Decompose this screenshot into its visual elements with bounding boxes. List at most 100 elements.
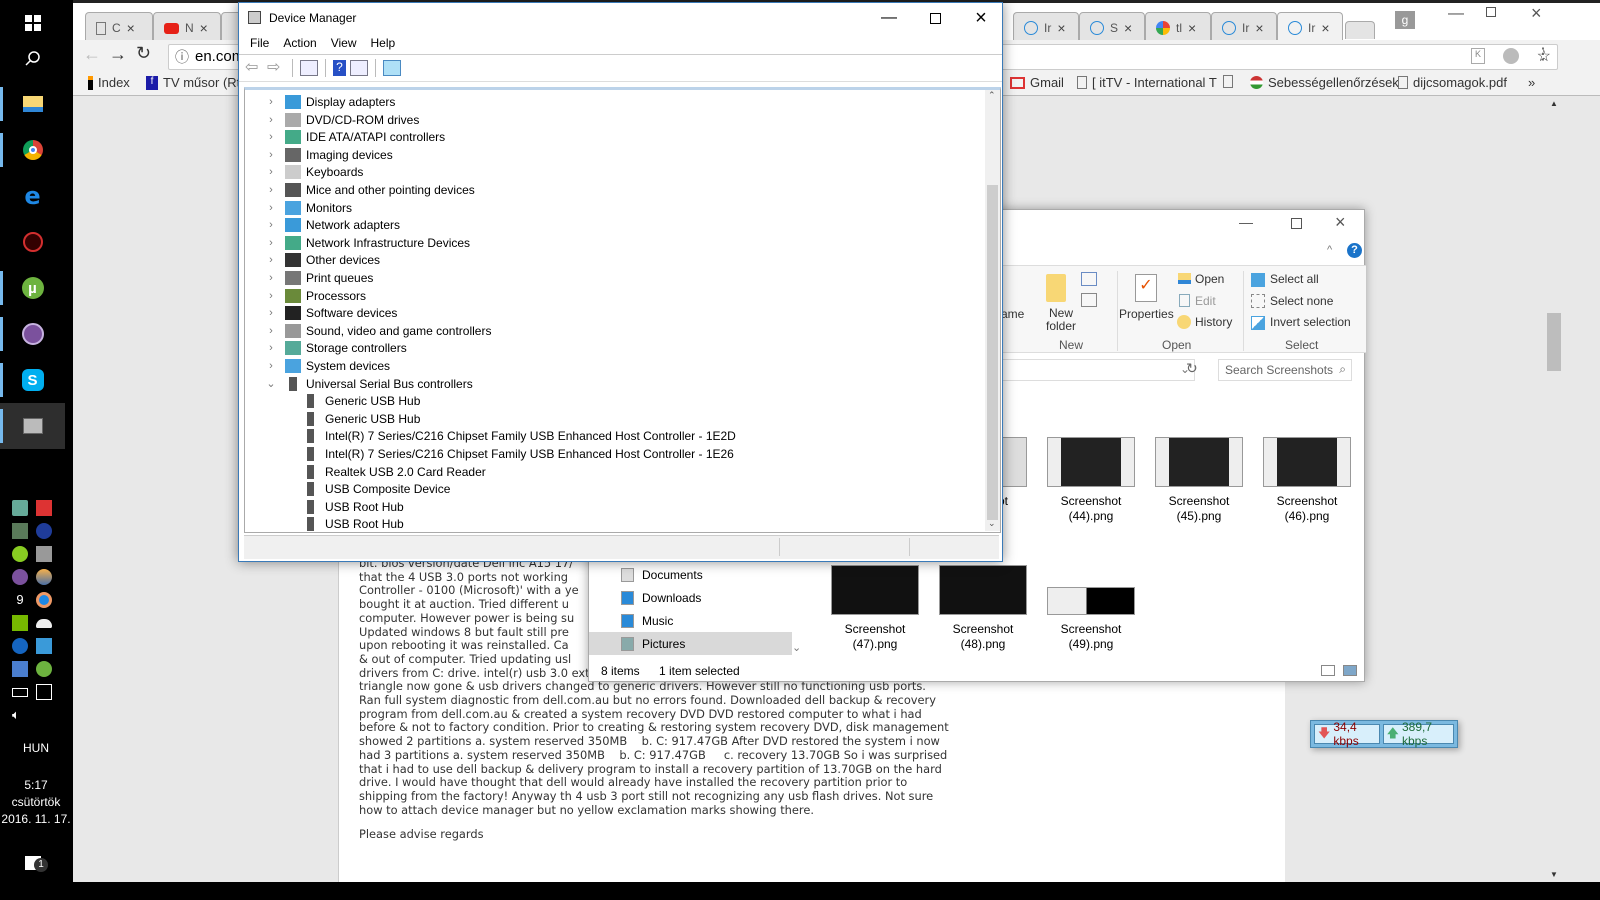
close-tab-icon[interactable]: × bbox=[200, 20, 208, 36]
taskbar-device-manager[interactable] bbox=[0, 403, 65, 449]
usb-device[interactable]: USB Root Hub bbox=[307, 498, 404, 516]
file-name[interactable]: Screenshot (46).png bbox=[1257, 494, 1357, 524]
file-thumbnail[interactable] bbox=[831, 565, 919, 615]
close-button[interactable]: × bbox=[1531, 3, 1542, 24]
file-thumbnail[interactable] bbox=[1155, 437, 1243, 487]
touchpad-icon[interactable] bbox=[12, 661, 28, 677]
file-thumbnail[interactable] bbox=[939, 565, 1027, 615]
file-thumbnail[interactable] bbox=[1047, 587, 1135, 615]
scroll-down-icon[interactable]: ⌄ bbox=[988, 518, 996, 529]
close-tab-icon[interactable]: × bbox=[1124, 20, 1132, 36]
device-category[interactable]: › DVD/CD-ROM drives bbox=[265, 111, 419, 129]
file-name[interactable]: Screenshot (45).png bbox=[1149, 494, 1249, 524]
page-scrollbar[interactable]: ▲ ▼ bbox=[1545, 97, 1563, 882]
back-arrow-icon[interactable]: ⇦ bbox=[245, 60, 263, 76]
notification-app-icon[interactable] bbox=[12, 546, 28, 562]
chevron-right-icon[interactable]: › bbox=[265, 114, 277, 126]
nvidia-icon[interactable] bbox=[12, 615, 28, 631]
close-tab-icon[interactable]: × bbox=[1321, 20, 1329, 36]
device-category[interactable]: › Network Infrastructure Devices bbox=[265, 234, 470, 252]
ccleaner-icon[interactable] bbox=[36, 523, 52, 539]
extension-icon[interactable] bbox=[1503, 48, 1519, 64]
forward-arrow-icon[interactable]: ⇨ bbox=[267, 60, 285, 76]
bookmark-tv-musor[interactable]: f TV műsor (Rtl bbox=[146, 75, 243, 90]
page-scrollbar-thumb[interactable] bbox=[1547, 313, 1561, 371]
tree-scrollbar-thumb[interactable] bbox=[987, 185, 998, 520]
music-player-icon[interactable] bbox=[12, 523, 28, 539]
file-name[interactable]: Screenshot (48).png bbox=[933, 622, 1033, 652]
chevron-right-icon[interactable]: › bbox=[265, 307, 277, 319]
bookmark-ittv[interactable]: [ itTV - International T bbox=[1077, 75, 1217, 90]
action-center-button[interactable]: 1 bbox=[0, 840, 65, 886]
device-category[interactable]: › Software devices bbox=[265, 304, 397, 322]
chrome-tab[interactable]: tl × bbox=[1145, 12, 1211, 43]
chevron-right-icon[interactable]: › bbox=[265, 166, 277, 178]
network-icon[interactable] bbox=[36, 684, 52, 700]
device-category[interactable]: › Storage controllers bbox=[265, 339, 407, 357]
chevron-right-icon[interactable]: › bbox=[265, 290, 277, 302]
scroll-up-icon[interactable]: ⌃ bbox=[988, 90, 996, 101]
chevron-right-icon[interactable]: › bbox=[265, 131, 277, 143]
file-thumbnail[interactable] bbox=[1263, 437, 1351, 487]
clock-time[interactable]: 5:17 bbox=[0, 777, 72, 794]
menu-help[interactable]: Help bbox=[364, 33, 403, 54]
device-category[interactable]: › Mice and other pointing devices bbox=[265, 181, 475, 199]
chrome-tab-active[interactable]: Ir × bbox=[1277, 12, 1343, 43]
chevron-right-icon[interactable]: › bbox=[265, 272, 277, 284]
bookmark-index[interactable]: Index bbox=[88, 75, 130, 90]
back-button[interactable]: ← bbox=[83, 44, 101, 65]
chevron-right-icon[interactable]: › bbox=[265, 149, 277, 161]
bluetooth-icon[interactable] bbox=[12, 638, 28, 654]
restore-button[interactable] bbox=[1486, 7, 1496, 17]
usb-device[interactable]: Realtek USB 2.0 Card Reader bbox=[307, 463, 486, 481]
show-action-pane-icon[interactable] bbox=[350, 60, 368, 76]
chrome-tab[interactable]: Ir × bbox=[1013, 12, 1079, 43]
weather-icon[interactable] bbox=[36, 569, 52, 585]
chevron-right-icon[interactable]: › bbox=[265, 184, 277, 196]
show-hide-console-tree-icon[interactable] bbox=[300, 60, 318, 76]
device-category[interactable]: › Imaging devices bbox=[265, 146, 393, 164]
maximize-button[interactable] bbox=[912, 3, 958, 33]
usb-device[interactable]: USB Root Hub bbox=[307, 515, 404, 533]
device-category[interactable]: › Monitors bbox=[265, 199, 352, 217]
menu-icon[interactable]: ⋮ bbox=[1535, 44, 1551, 64]
bookmark-sebesseg[interactable]: Sebességellenőrzések bbox=[1250, 75, 1399, 90]
device-category[interactable]: › Processors bbox=[265, 287, 366, 305]
bookmark-dijcsomagok[interactable]: dijcsomagok.pdf bbox=[1398, 75, 1507, 90]
details-view-icon[interactable] bbox=[1321, 665, 1335, 676]
taskbar-edge[interactable]: e bbox=[0, 173, 65, 219]
file-name[interactable]: Screenshot (47).png bbox=[825, 622, 925, 652]
device-category[interactable]: › System devices bbox=[265, 357, 390, 375]
chevron-right-icon[interactable]: › bbox=[265, 325, 277, 337]
chrome-tab[interactable]: C × bbox=[85, 12, 153, 43]
volume-icon[interactable]: 🔈︎ bbox=[12, 707, 28, 723]
help-icon[interactable]: ? bbox=[333, 60, 346, 76]
chevron-right-icon[interactable]: › bbox=[265, 360, 277, 372]
bookmarks-overflow-button[interactable]: » bbox=[1528, 75, 1535, 90]
taskbar-utorrent[interactable]: µ bbox=[0, 265, 65, 311]
tree-scrollbar[interactable]: ⌃ ⌄ bbox=[985, 90, 1000, 531]
chrome-tab[interactable]: Ir × bbox=[1211, 12, 1277, 43]
usb-device[interactable]: Generic USB Hub bbox=[307, 392, 420, 410]
chevron-right-icon[interactable]: › bbox=[265, 96, 277, 108]
chevron-right-icon[interactable]: › bbox=[265, 237, 277, 249]
bookmark-gmail[interactable]: Gmail bbox=[1010, 75, 1064, 90]
device-category[interactable]: › Other devices bbox=[265, 251, 380, 269]
taskbar-driver-booster[interactable] bbox=[0, 219, 65, 265]
chevron-right-icon[interactable]: › bbox=[265, 254, 277, 266]
device-category[interactable]: › Print queues bbox=[265, 269, 373, 287]
sync-check-icon[interactable] bbox=[12, 500, 28, 516]
network-speed-meter[interactable]: 🡇 34,4 kbps 🡅 389,7 kbps bbox=[1310, 720, 1458, 748]
viber-tray-icon[interactable] bbox=[12, 569, 28, 585]
device-category[interactable]: ⌄ Universal Serial Bus controllers bbox=[265, 375, 473, 393]
reload-button[interactable]: ↻ bbox=[136, 43, 151, 64]
taskbar-skype[interactable]: S bbox=[0, 357, 65, 403]
minimize-button[interactable]: — bbox=[866, 3, 912, 33]
search-button[interactable] bbox=[0, 36, 65, 82]
minimize-button[interactable]: — bbox=[1448, 5, 1464, 23]
chrome-tab[interactable]: N × bbox=[153, 12, 221, 43]
file-name[interactable]: Screenshot (44).png bbox=[1041, 494, 1141, 524]
forward-button[interactable]: → bbox=[109, 44, 127, 65]
close-button[interactable]: × bbox=[958, 3, 1004, 33]
new-tab-button[interactable] bbox=[1345, 21, 1375, 39]
